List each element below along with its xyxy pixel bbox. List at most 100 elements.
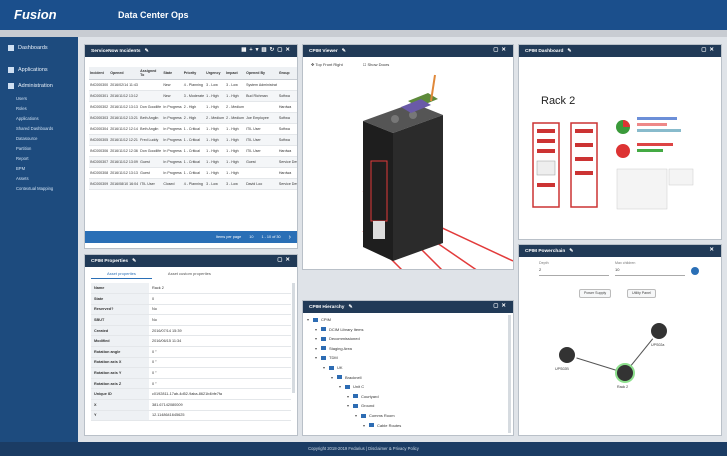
table-row[interactable]: INC000307 2016/11/12 13:09 Guest In Progres… [89,156,297,168]
edit-icon[interactable]: ✎ [569,248,573,254]
show-doors-toggle[interactable]: ☐ Show Doors [363,62,400,67]
node-label: UPS02B [555,367,569,371]
property-key: Rotation angle [91,346,149,358]
table-cell: 3 - Low [225,79,246,91]
refresh-button[interactable] [691,267,699,275]
page-range: 1 - 10 of 30 [261,235,281,239]
tree-node[interactable]: ▾ Cable Routes [363,423,401,428]
column-header[interactable]: State [162,67,183,80]
tree-node-label: Unit C [353,384,365,390]
table-row[interactable]: INC000305 2016/11/12 12:21 Fred Luddy In Pr… [89,134,297,146]
sidebar-subitem-applications[interactable]: Applications [16,116,39,121]
panel-controls: ▦+▾▥↻▢✕ [241,47,293,53]
power-supply-chip[interactable]: Power Supply [579,289,612,298]
sidebar-subitem-datasource[interactable]: Datasource [16,136,37,141]
sidebar-item-dashboards[interactable]: Dashboards [8,45,48,51]
table-row[interactable]: INC000300 2016/02/14 11:43 New 4 - Planning… [89,79,297,91]
table-row[interactable]: INC000301 2016/11/12 13:12 New 3 - Moderate… [89,90,297,102]
property-value: 2016/06/15 11:34 [149,335,291,348]
edit-icon[interactable]: ✎ [348,304,352,310]
folder-icon [369,423,374,428]
rack-rear-diagram [570,122,598,208]
rack-unit [536,160,556,176]
next-page-icon[interactable]: › [289,234,291,241]
column-header[interactable]: Group [277,67,297,80]
sidebar-subitem-bpm[interactable]: BPM [16,166,25,171]
table-cell: 2 - High [182,112,206,124]
close-icon[interactable]: ✕ [709,47,717,53]
property-key: Created [91,325,149,337]
edit-icon[interactable]: ✎ [567,48,571,54]
table-cell: 3 - Low [225,178,246,190]
scrollbar[interactable] [292,283,295,393]
tree-node[interactable]: ▾ Comms Room [355,413,395,418]
tab-asset-properties[interactable]: Asset properties [91,269,152,279]
tab-asset-custom-properties[interactable]: Asset custom properties [152,269,227,279]
tree-node[interactable]: ▾ Courtyard [347,394,379,399]
column-header[interactable]: Opened [109,67,140,80]
table-row[interactable]: INC000302 2016/11/12 13:13 Don Goodlife In … [89,101,297,113]
per-page-select[interactable]: 10 [249,235,253,239]
sidebar-subitem-partition[interactable]: Partition [16,146,31,151]
tree-node[interactable]: ▾ Decommissioned [315,336,360,341]
edit-icon[interactable]: ✎ [342,48,346,54]
column-header[interactable]: Urgency [205,67,226,80]
rack-node[interactable] [615,363,635,383]
table-row[interactable]: INC000308 2016/11/12 13:13 Guest In Progres… [89,167,297,179]
sidebar-subitem-roles[interactable]: Roles [16,106,27,111]
column-header[interactable]: Assigned To [139,67,163,80]
table-cell: 1 - Critical [182,123,206,135]
sidebar-subitem-contextual-mapping[interactable]: Contextual Mapping [16,186,53,191]
close-icon[interactable]: ✕ [501,303,509,309]
sidebar-item-administration[interactable]: Administration [8,83,53,89]
view-angle-button[interactable]: ✥ Top Front Right [311,62,353,67]
app-logo[interactable]: Fusion [14,7,57,22]
column-header[interactable]: Opened By [245,67,278,80]
property-value: No [149,314,291,326]
ups-node[interactable] [557,345,577,365]
tree-node-label: Cable Routes [377,422,402,428]
column-header[interactable]: Incident [89,67,110,80]
depth-select[interactable]: 2 [539,267,609,276]
tree-node[interactable]: ▾ Staging Area [315,346,352,351]
table-cell: INC000301 [89,90,110,102]
close-icon[interactable]: ✕ [285,257,293,263]
property-row: State 0 [91,293,291,305]
tree-node[interactable]: ▾ TDM [315,355,338,360]
tree-node[interactable]: ▾ Ground [347,403,374,408]
table-row[interactable]: INC000304 2016/11/12 12:14 Beth Anglin In P… [89,123,297,135]
scrollbar[interactable] [508,315,511,433]
app-title: Data Center Ops [118,10,189,20]
sidebar-subitem-assets[interactable]: Assets [16,176,29,181]
tree-node[interactable]: ▾ CPIM [307,317,331,322]
close-icon[interactable]: ✕ [501,47,509,53]
sidebar-subitem-shared-dashboards[interactable]: Shared Dashboards [16,126,53,131]
table-row[interactable]: INC000309 2016/08/10 16:04 ITIL User Closed… [89,178,297,190]
edit-icon[interactable]: ✎ [132,258,136,264]
table-cell: 2 - High [182,101,206,113]
tree-node[interactable]: ▾ Bracknell [331,375,361,380]
tree-node[interactable]: ▾ DCIM Library Items [315,327,363,332]
tree-node[interactable]: ▾ UK [323,365,343,370]
rack-info-box [616,168,668,210]
tree-node[interactable]: ▾ Unit C [339,384,364,389]
column-header[interactable]: Priority [182,67,206,80]
grid-icon [8,67,14,73]
max-children-select[interactable]: 10 [615,267,685,276]
utility-panel-chip[interactable]: Utility Panel [627,289,656,298]
sidebar-subitem-report[interactable]: Report [16,156,29,161]
close-icon[interactable]: ✕ [709,247,717,253]
rack-3d-view[interactable] [303,71,514,270]
column-header[interactable]: Impact [225,67,246,80]
edit-icon[interactable]: ✎ [145,48,149,54]
columns-icon[interactable]: ▥ [261,47,269,53]
close-icon[interactable]: ✕ [285,47,293,53]
sidebar-subitem-users[interactable]: Users [16,96,27,101]
table-row[interactable]: INC000306 2016/11/12 12:36 Don Goodlife In … [89,145,297,157]
table-cell: Don Goodlife [139,145,163,157]
property-value: 0 [149,293,291,305]
sidebar-item-applications[interactable]: Applications [8,67,48,73]
table-cell: 3 - Moderate [182,90,206,102]
table-row[interactable]: INC000303 2016/11/12 13:21 Beth Anglin In P… [89,112,297,124]
ups-node[interactable] [649,321,669,341]
